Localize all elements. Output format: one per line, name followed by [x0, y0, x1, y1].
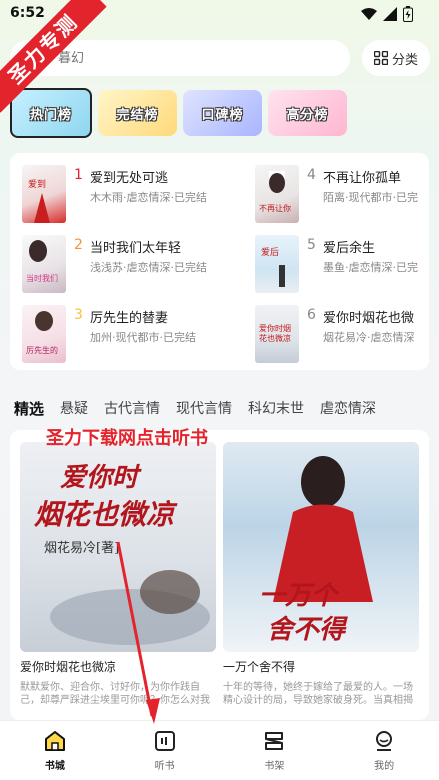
genre-tab-featured[interactable]: 精选 [14, 398, 44, 419]
annotation-text: 圣力下载网点击听书 [46, 428, 208, 449]
rank-number: 3 [74, 307, 83, 323]
rank-meta: 浅浅苏·虐恋情深·已完结 [90, 261, 207, 274]
nav-label: 我的 [374, 761, 395, 772]
tab-high-score-rank[interactable]: 高分榜 [268, 90, 347, 136]
rank-number: 1 [74, 167, 83, 183]
book-title: 爱你时烟花也微凉 [20, 660, 117, 674]
search-input[interactable] [58, 50, 318, 66]
nav-label: 听书 [154, 761, 175, 772]
wifi-icon [361, 8, 377, 20]
rank-meta: 烟花易冷·虐恋情深 [323, 331, 415, 344]
svg-text:厉先生的: 厉先生的 [26, 345, 58, 355]
genre-tab-tragic-romance[interactable]: 虐恋情深 [320, 398, 376, 419]
genre-tab-suspense[interactable]: 悬疑 [60, 398, 88, 419]
rank-title: 当时我们太年轻 [90, 241, 182, 256]
book-cover: 爱到 [22, 165, 66, 223]
nav-label: 书城 [44, 761, 65, 772]
status-time: 6:52 [10, 5, 45, 21]
book-cover: 不再让你 [255, 165, 299, 223]
book-card[interactable]: 爱你时 烟花也微凉 烟花易冷[著] 爱你时烟花也微凉 默默爱你、迎合你、讨好你，… [20, 442, 216, 707]
svg-text:爱你时: 爱你时 [60, 463, 142, 493]
rank-meta: 墨鱼·虐恋情深·已完 [323, 261, 418, 274]
genre-tab-modern-romance[interactable]: 现代言情 [176, 398, 232, 419]
rank-title: 爱到无处可逃 [90, 171, 169, 186]
rank-title: 爱你时烟花也微 [323, 311, 415, 326]
rank-list-card: 爱到 1 爱到无处可逃 木木雨·虐恋情深·已完结 当时我们 2 当时我们太年轻 … [10, 153, 429, 370]
rank-meta: 木木雨·虐恋情深·已完结 [90, 191, 207, 204]
rank-item[interactable]: 爱到 1 爱到无处可逃 木木雨·虐恋情深·已完结 [22, 165, 227, 225]
grid-icon [373, 51, 388, 65]
rank-number: 5 [307, 237, 316, 253]
nav-bookshelf[interactable]: 书架 [244, 729, 304, 772]
book-cover: 爱你时烟 花也微凉 [255, 305, 299, 363]
status-icons [361, 6, 413, 22]
tab-reputation-rank[interactable]: 口碑榜 [183, 90, 262, 136]
cover-author: 烟花易冷[著] [44, 540, 119, 556]
bookshelf-icon [265, 732, 284, 750]
nav-listen[interactable]: 听书 [135, 729, 195, 772]
book-card[interactable]: 一万个 舍不得 一万个舍不得 十年的等待，她终于嫁给了最爱的人。一场精心设计的局… [223, 442, 419, 707]
genre-tab-ancient-romance[interactable]: 古代言情 [104, 398, 160, 419]
book-title: 一万个舍不得 [223, 660, 296, 674]
svg-text:当时我们: 当时我们 [26, 273, 58, 283]
svg-text:花也微凉: 花也微凉 [259, 333, 291, 343]
rank-number: 6 [307, 307, 316, 323]
rank-item[interactable]: 不再让你 4 不再让你孤单 陌离·现代都市·已完 [255, 165, 439, 225]
rank-meta: 陌离·现代都市·已完 [323, 191, 418, 204]
svg-text:爱你时烟: 爱你时烟 [259, 323, 291, 333]
rank-item[interactable]: 爱你时烟 花也微凉 6 爱你时烟花也微 烟花易冷·虐恋情深 [255, 305, 439, 365]
book-cover: 厉先生的 [22, 305, 66, 363]
signal-icon [383, 7, 397, 21]
category-button[interactable]: 分类 [362, 40, 430, 76]
svg-text:一万个: 一万个 [259, 581, 340, 611]
tab-finished-rank[interactable]: 完结榜 [98, 90, 177, 136]
listen-icon [154, 731, 175, 751]
home-icon [44, 731, 65, 751]
svg-text:爱后: 爱后 [261, 247, 279, 258]
book-cover: 爱你时 烟花也微凉 烟花易冷[著] [20, 442, 216, 652]
svg-text:不再让你: 不再让你 [259, 203, 291, 213]
profile-icon [376, 731, 393, 751]
rank-item[interactable]: 当时我们 2 当时我们太年轻 浅浅苏·虐恋情深·已完结 [22, 235, 227, 295]
nav-profile[interactable]: 我的 [354, 729, 414, 772]
tab-hot-rank[interactable]: 热门榜 [10, 88, 92, 138]
book-description: 十年的等待，她终于嫁给了最爱的人。一场精心设计的局，导致她家破身死。当真相揭开.… [223, 682, 413, 706]
bottom-navigation: 书城 听书 书架 我的 [0, 720, 439, 780]
rank-item[interactable]: 厉先生的 3 厉先生的替妻 加州·现代都市·已完结 [22, 305, 227, 365]
rank-title: 厉先生的替妻 [90, 311, 169, 326]
genre-tabs: 精选 悬疑 古代言情 现代言情 科幻末世 虐恋情深 [14, 398, 439, 419]
svg-text:烟花也微凉: 烟花也微凉 [34, 498, 178, 531]
rank-meta: 加州·现代都市·已完结 [90, 331, 196, 344]
nav-label: 书架 [264, 761, 285, 772]
book-cover: 一万个 舍不得 [223, 442, 419, 652]
rank-title: 爱后余生 [323, 241, 376, 256]
book-description: 默默爱你、迎合你、讨好你，为你作践自己，却尊严踩进尘埃里可你呢？你怎么对我的 [20, 682, 210, 706]
category-label: 分类 [391, 52, 418, 68]
svg-text:爱到: 爱到 [28, 178, 46, 190]
nav-bookstore[interactable]: 书城 [25, 729, 85, 772]
svg-text:舍不得: 舍不得 [267, 615, 348, 645]
genre-tab-scifi[interactable]: 科幻末世 [248, 398, 304, 419]
book-cover: 爱后 [255, 235, 299, 293]
rank-item[interactable]: 爱后 5 爱后余生 墨鱼·虐恋情深·已完 [255, 235, 439, 295]
rank-tabs: 热门榜 完结榜 口碑榜 高分榜 [10, 88, 347, 138]
rank-title: 不再让你孤单 [323, 171, 402, 186]
rank-number: 2 [74, 237, 83, 253]
battery-icon [403, 6, 413, 22]
book-cover: 当时我们 [22, 235, 66, 293]
featured-books-card: 爱你时 烟花也微凉 烟花易冷[著] 爱你时烟花也微凉 默默爱你、迎合你、讨好你，… [10, 430, 429, 720]
rank-number: 4 [307, 167, 316, 183]
